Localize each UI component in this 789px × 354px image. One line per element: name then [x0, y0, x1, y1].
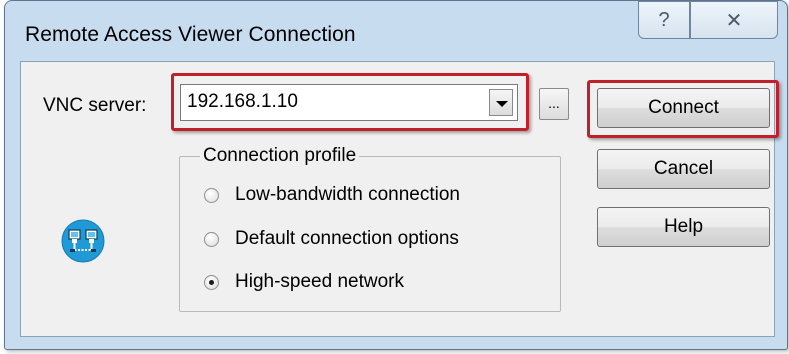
connection-profile-title: Connection profile — [200, 145, 360, 167]
chevron-down-icon[interactable] — [489, 89, 513, 116]
window-title: Remote Access Viewer Connection — [25, 23, 356, 46]
title-close-button[interactable]: ✕ — [690, 1, 778, 39]
help-icon: ? — [658, 8, 670, 31]
title-help-button[interactable]: ? — [638, 1, 690, 39]
connection-dialog: Remote Access Viewer Connection ? ✕ VNC … — [4, 0, 788, 350]
radio-high-speed[interactable]: High-speed network — [204, 269, 404, 295]
radio-button[interactable] — [204, 187, 219, 203]
radio-button-selected[interactable] — [204, 274, 219, 290]
connect-button[interactable]: Connect — [597, 88, 770, 128]
cancel-button[interactable]: Cancel — [597, 149, 770, 189]
vnc-server-value: 192.168.1.10 — [187, 91, 298, 112]
close-icon: ✕ — [725, 9, 743, 32]
network-computers-icon — [61, 219, 105, 263]
radio-label: Default connection options — [235, 228, 459, 249]
radio-label: Low-bandwidth connection — [235, 184, 460, 205]
radio-default-options[interactable]: Default connection options — [204, 226, 459, 252]
connection-profile-group: Connection profile Low-bandwidth connect… — [179, 145, 561, 312]
radio-button[interactable] — [204, 231, 219, 247]
title-bar: Remote Access Viewer Connection ? ✕ — [5, 1, 787, 65]
help-button[interactable]: Help — [597, 207, 770, 247]
browse-button[interactable]: ... — [539, 88, 569, 120]
radio-low-bandwidth[interactable]: Low-bandwidth connection — [204, 182, 460, 208]
dialog-body: VNC server: 192.168.1.10 ... Connect Can… — [20, 61, 779, 337]
vnc-server-label: VNC server: — [43, 95, 147, 116]
radio-label: High-speed network — [235, 271, 404, 292]
vnc-server-combobox[interactable]: 192.168.1.10 — [180, 84, 518, 121]
